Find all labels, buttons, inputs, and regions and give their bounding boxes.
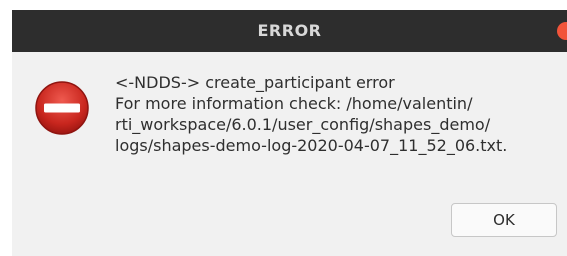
ok-button[interactable]: OK <box>451 203 557 237</box>
error-dialog: ERROR <-NDDS-> create_participant error … <box>12 10 567 256</box>
window-title: ERROR <box>257 21 322 40</box>
screen: ERROR <-NDDS-> create_participant error … <box>0 0 567 256</box>
message-line: rti_workspace/6.0.1/user_config/shapes_d… <box>115 115 491 134</box>
title-bar[interactable]: ERROR <box>12 10 567 52</box>
message-line: <-NDDS-> create_participant error <box>115 73 395 92</box>
error-message: <-NDDS-> create_participant error For mo… <box>115 72 565 156</box>
message-line: For more information check: /home/valent… <box>115 94 473 113</box>
message-line: logs/shapes-demo-log-2020-04-07_11_52_06… <box>115 136 508 155</box>
error-icon <box>35 81 89 135</box>
